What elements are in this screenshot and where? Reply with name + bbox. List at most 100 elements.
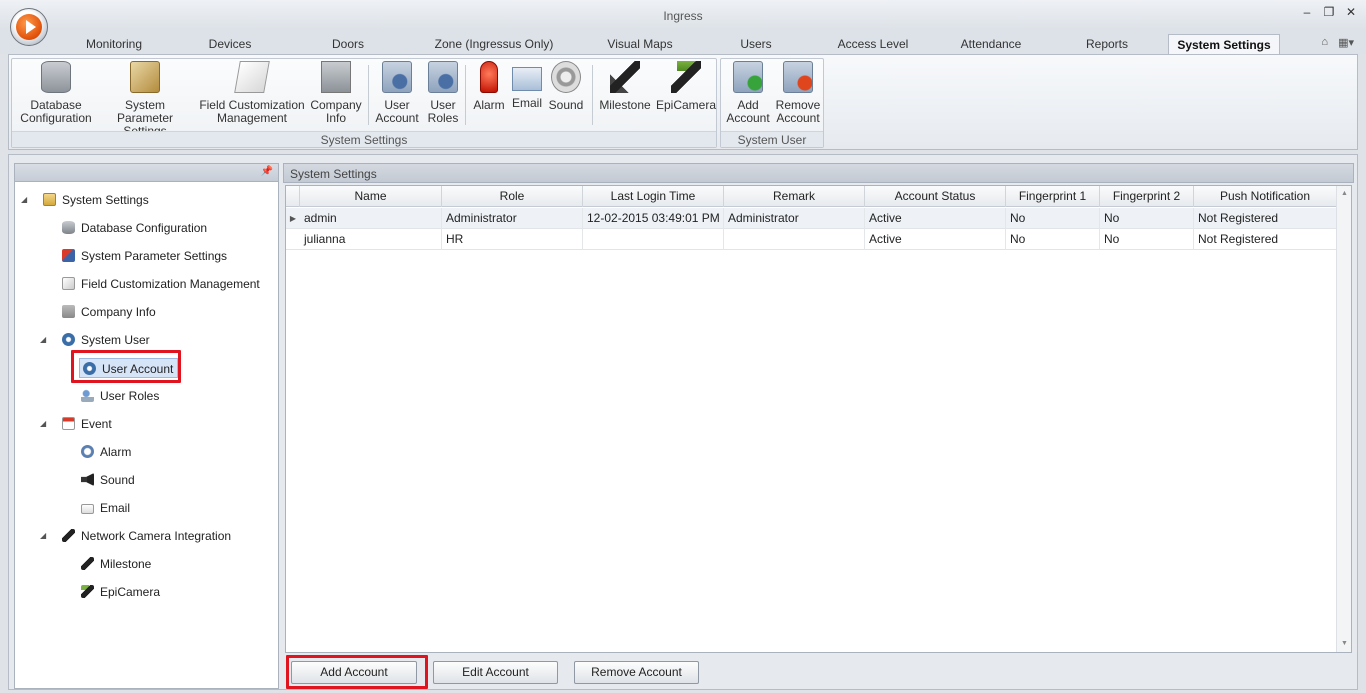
ribbon-group-system-settings: Database Configuration System Parameter … (11, 58, 717, 148)
tab-system-settings[interactable]: System Settings (1168, 34, 1280, 54)
database-icon (41, 61, 71, 93)
user-roles-icon (81, 389, 94, 402)
cell-role[interactable]: HR (442, 229, 583, 250)
milestone-button[interactable]: Milestone (596, 61, 654, 112)
column-header-name[interactable]: Name (300, 186, 442, 207)
column-header-remark[interactable]: Remark (724, 186, 865, 207)
tree-node-system-user[interactable]: ◢ System User (40, 330, 150, 350)
pin-icon[interactable]: 📌 (261, 166, 273, 177)
cell-account-status[interactable]: Active (865, 208, 1006, 229)
separator (465, 65, 466, 125)
minimize-icon[interactable]: – (1300, 5, 1314, 19)
tree-node-event[interactable]: ◢ Event (40, 414, 112, 434)
expander-icon[interactable]: ◢ (21, 190, 31, 210)
ribbon-tabs: Monitoring Devices Doors Zone (Ingressus… (0, 30, 1366, 54)
camera-icon (62, 529, 75, 542)
user-roles-button[interactable]: User Roles (424, 61, 462, 125)
table-row[interactable]: julianna HR Active No No Not Registered (286, 229, 1336, 250)
ribbon-tools: ⌂ ▦▾ (1321, 36, 1354, 49)
vertical-scrollbar[interactable]: ▲ ▼ (1336, 186, 1351, 652)
tree-node-system-settings[interactable]: ◢ System Settings (21, 190, 149, 210)
column-header-push-notification[interactable]: Push Notification (1194, 186, 1336, 207)
company-info-button[interactable]: Company Info (308, 61, 364, 125)
expander-icon[interactable]: ◢ (40, 414, 50, 434)
cell-remark[interactable]: Administrator (724, 208, 865, 229)
scroll-up-icon[interactable]: ▲ (1337, 186, 1352, 202)
scroll-down-icon[interactable]: ▼ (1337, 636, 1352, 652)
cell-push-notification[interactable]: Not Registered (1194, 208, 1336, 229)
remove-account-button[interactable]: Remove Account (574, 661, 699, 684)
email-button[interactable]: Email (510, 61, 544, 110)
grid-header: Name Role Last Login Time Remark Account… (286, 186, 1336, 207)
tab-monitoring[interactable]: Monitoring (70, 34, 158, 54)
app-menu-button[interactable] (10, 8, 48, 46)
tree-node-company-info[interactable]: Company Info (62, 302, 156, 322)
tab-users[interactable]: Users (720, 34, 792, 54)
system-parameter-settings-button[interactable]: System Parameter Settings (96, 61, 194, 138)
tree-node-email[interactable]: Email (81, 498, 130, 518)
table-row[interactable]: ▶ admin Administrator 12-02-2015 03:49:0… (286, 208, 1336, 229)
tab-zone[interactable]: Zone (Ingressus Only) (420, 34, 568, 54)
expander-icon[interactable]: ◢ (40, 330, 50, 350)
cell-account-status[interactable]: Active (865, 229, 1006, 250)
event-icon (62, 417, 75, 430)
cell-last-login[interactable] (583, 229, 724, 250)
ribbon: Database Configuration System Parameter … (8, 54, 1358, 150)
tree-node-field-customization[interactable]: Field Customization Management (62, 274, 260, 294)
cell-name[interactable]: julianna (300, 229, 442, 250)
tree-node-sound[interactable]: Sound (81, 470, 135, 490)
column-header-fingerprint-2[interactable]: Fingerprint 2 (1100, 186, 1194, 207)
tools-icon (62, 249, 75, 262)
tab-doors[interactable]: Doors (310, 34, 386, 54)
tree-node-alarm[interactable]: Alarm (81, 442, 131, 462)
expander-icon[interactable]: ◢ (40, 526, 50, 546)
column-header-fingerprint-1[interactable]: Fingerprint 1 (1006, 186, 1100, 207)
layout-menu-icon[interactable]: ▦▾ (1338, 36, 1354, 49)
cell-role[interactable]: Administrator (442, 208, 583, 229)
edit-account-button[interactable]: Edit Account (433, 661, 558, 684)
epicamera-icon (81, 585, 94, 598)
cell-fingerprint-2[interactable]: No (1100, 208, 1194, 229)
milestone-camera-icon (610, 61, 640, 93)
restore-icon[interactable]: ❐ (1322, 5, 1336, 19)
collapse-ribbon-icon[interactable]: ⌂ (1321, 36, 1328, 49)
column-header-account-status[interactable]: Account Status (865, 186, 1006, 207)
tree-node-database-configuration[interactable]: Database Configuration (62, 218, 207, 238)
column-header-last-login[interactable]: Last Login Time (583, 186, 724, 207)
cell-fingerprint-1[interactable]: No (1006, 229, 1100, 250)
remove-account-ribbon-button[interactable]: Remove Account (773, 61, 823, 125)
database-configuration-button[interactable]: Database Configuration (14, 61, 98, 125)
epicamera-button[interactable]: EpiCamera (656, 61, 716, 112)
tree-node-milestone[interactable]: Milestone (81, 554, 151, 574)
add-account-ribbon-button[interactable]: Add Account (724, 61, 772, 125)
cell-remark[interactable] (724, 229, 865, 250)
user-account-button[interactable]: User Account (372, 61, 422, 125)
tab-attendance[interactable]: Attendance (948, 34, 1034, 54)
cell-name[interactable]: admin (300, 208, 442, 229)
field-customization-button[interactable]: Field Customization Management (197, 61, 307, 125)
title-bar: Ingress – ❐ ✕ (0, 0, 1366, 30)
cell-fingerprint-1[interactable]: No (1006, 208, 1100, 229)
alarm-button[interactable]: Alarm (470, 61, 508, 112)
tree-node-user-roles[interactable]: User Roles (81, 386, 159, 406)
tab-visual-maps[interactable]: Visual Maps (595, 34, 685, 54)
ribbon-group-system-user: Add Account Remove Account System User (720, 58, 824, 148)
tree-node-system-parameter-settings[interactable]: System Parameter Settings (62, 246, 227, 266)
tools-icon (130, 61, 160, 93)
cell-fingerprint-2[interactable]: No (1100, 229, 1194, 250)
cell-last-login[interactable]: 12-02-2015 03:49:01 PM (583, 208, 724, 229)
user-roles-icon (428, 61, 458, 93)
cell-push-notification[interactable]: Not Registered (1194, 229, 1336, 250)
clock-icon (81, 445, 94, 458)
tree-node-network-camera-integration[interactable]: ◢ Network Camera Integration (40, 526, 231, 546)
sound-button[interactable]: Sound (546, 61, 586, 112)
tab-access-level[interactable]: Access Level (830, 34, 916, 54)
folder-icon (43, 193, 56, 206)
column-header-role[interactable]: Role (442, 186, 583, 207)
tab-devices[interactable]: Devices (190, 34, 270, 54)
window-title: Ingress (663, 9, 703, 23)
close-icon[interactable]: ✕ (1344, 5, 1358, 19)
tab-reports[interactable]: Reports (1072, 34, 1142, 54)
field-customization-icon (62, 277, 75, 290)
tree-node-epicamera[interactable]: EpiCamera (81, 582, 160, 602)
